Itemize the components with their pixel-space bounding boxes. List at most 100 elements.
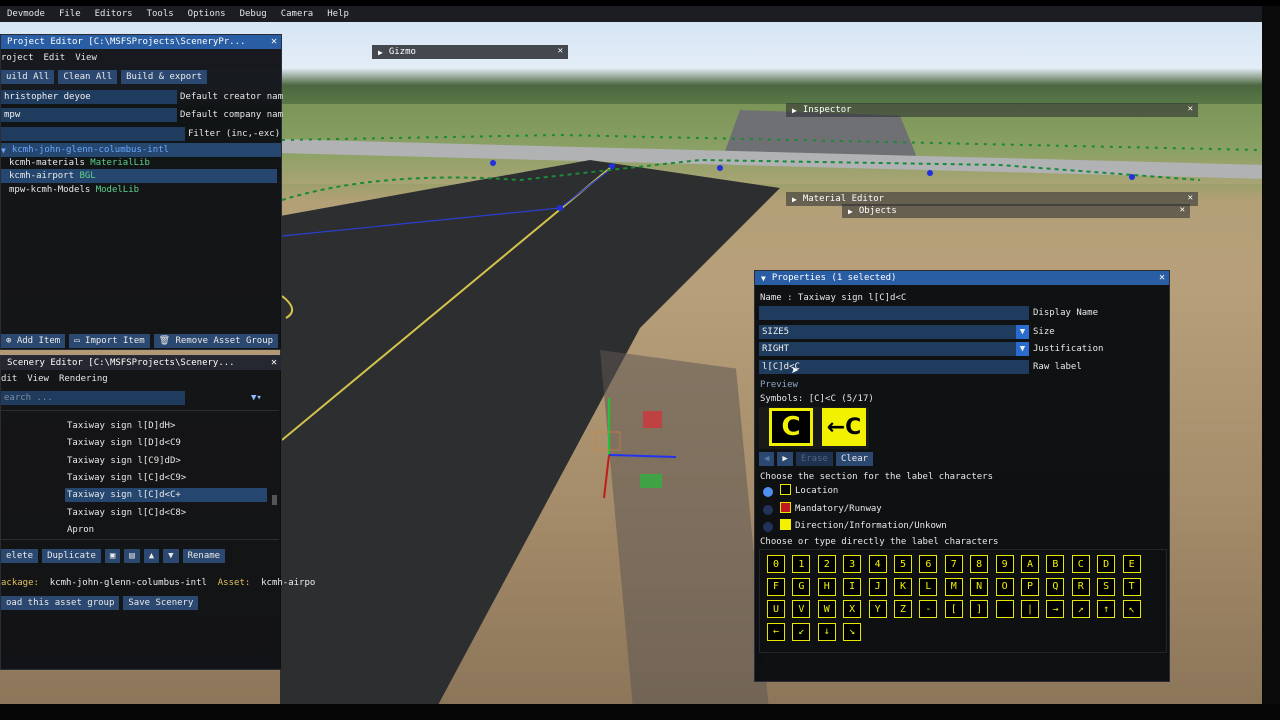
char-key[interactable]: B (1046, 555, 1065, 573)
char-key[interactable]: E (1122, 555, 1141, 573)
company-field[interactable]: mpw (1, 108, 178, 122)
char-key[interactable]: M (944, 577, 963, 596)
close-icon[interactable]: ✕ (1159, 272, 1165, 283)
char-key[interactable]: D (1097, 555, 1116, 573)
char-key[interactable]: Y (868, 600, 887, 618)
list-item[interactable]: Apron (67, 523, 94, 537)
char-key[interactable]: ↑ (1097, 600, 1116, 618)
duplicate-button[interactable]: Duplicate (42, 549, 101, 563)
char-key[interactable]: ] (970, 600, 989, 618)
char-key[interactable]: → (1046, 600, 1065, 618)
list-item[interactable]: Taxiway sign l[D]dH> (67, 419, 175, 433)
char-key[interactable]: | (1021, 600, 1039, 618)
move-down-icon[interactable]: ▼ (163, 549, 179, 563)
radio-location[interactable] (763, 487, 773, 497)
chevron-down-icon[interactable]: ▼ (1, 146, 6, 155)
char-key[interactable]: G (792, 577, 811, 596)
char-key[interactable]: 2 (817, 555, 836, 573)
clear-button[interactable]: Clear (835, 452, 874, 466)
menu-editors[interactable]: Editors (88, 9, 140, 19)
menu-edit[interactable]: dit (1, 374, 17, 384)
list-item[interactable]: Taxiway sign l[C]d<C9> (67, 471, 186, 485)
list-item[interactable]: Taxiway sign l[C9]dD> (67, 454, 181, 468)
inspector-window[interactable]: ▶ Inspector ✕ (786, 103, 1198, 117)
menu-debug[interactable]: Debug (233, 9, 274, 19)
menu-file[interactable]: File (52, 9, 88, 19)
chevron-right-icon[interactable]: ▶ (378, 48, 383, 57)
char-key[interactable] (995, 600, 1014, 618)
char-key[interactable]: Q (1046, 577, 1065, 596)
char-key[interactable]: F (767, 577, 785, 596)
gizmo-window[interactable]: ▶ Gizmo ✕ (372, 45, 568, 59)
build-all-button[interactable]: uild All (1, 70, 55, 84)
char-key[interactable]: V (792, 600, 811, 618)
load-asset-group-button[interactable]: oad this asset group (1, 596, 120, 610)
char-key[interactable]: W (817, 600, 836, 618)
char-key[interactable]: 5 (894, 555, 912, 573)
menu-view[interactable]: View (27, 374, 49, 384)
tree-item-package[interactable]: ▼ kcmh-john-glenn-columbus-intl (1, 143, 281, 157)
menu-devmode[interactable]: Devmode (0, 9, 52, 19)
tree-item-airport[interactable]: kcmh-airport BGL (1, 169, 277, 183)
filter-icon[interactable]: ▼▾ (251, 393, 262, 403)
char-key[interactable]: S (1097, 577, 1116, 596)
char-key[interactable]: U (767, 600, 785, 618)
close-icon[interactable]: ✕ (1188, 193, 1193, 203)
menu-view[interactable]: View (75, 53, 97, 63)
char-key[interactable]: A (1021, 555, 1039, 573)
char-key[interactable]: ↗ (1071, 600, 1090, 618)
properties-titlebar[interactable]: ▼ Properties (1 selected) ✕ (755, 271, 1169, 285)
display-name-input[interactable] (759, 306, 1029, 320)
char-key[interactable]: L (919, 577, 938, 596)
char-key[interactable]: [ (944, 600, 963, 618)
char-key[interactable]: 9 (995, 555, 1014, 573)
raw-label-input[interactable]: l[C]d<C (759, 360, 1029, 374)
radio-direction[interactable] (763, 522, 773, 532)
search-input[interactable]: earch ... (1, 391, 185, 405)
add-item-button[interactable]: ⊕ Add Item (1, 334, 66, 348)
next-icon[interactable]: ▶ (777, 452, 793, 466)
char-key[interactable]: K (894, 577, 912, 596)
import-item-button[interactable]: ▭ Import Item (69, 334, 150, 348)
clean-all-button[interactable]: Clean All (58, 70, 118, 84)
folder-icon[interactable]: ▤ (124, 549, 140, 563)
creator-field[interactable]: hristopher deyoe (1, 90, 178, 104)
char-key[interactable]: O (995, 577, 1014, 596)
tree-item-models[interactable]: mpw-kcmh-Models ModelLib (9, 183, 139, 197)
scrollbar-thumb[interactable] (272, 495, 277, 505)
new-item-icon[interactable]: ▣ (104, 549, 121, 563)
char-key[interactable]: ↓ (817, 622, 836, 641)
chevron-right-icon[interactable]: ▶ (792, 195, 797, 204)
char-key[interactable]: N (970, 577, 989, 596)
char-key[interactable]: 8 (970, 555, 989, 573)
list-item[interactable]: Taxiway sign l[D]d<C9 (67, 436, 181, 450)
menu-tools[interactable]: Tools (140, 9, 181, 19)
objects-window[interactable]: ▶ Objects ✕ (842, 204, 1190, 218)
filter-input[interactable] (1, 127, 185, 141)
char-key[interactable]: ↘ (843, 622, 862, 641)
char-key[interactable]: C (1071, 555, 1090, 573)
char-key[interactable]: H (817, 577, 836, 596)
chevron-right-icon[interactable]: ▶ (792, 106, 797, 115)
remove-asset-group-button[interactable]: 🗑 Remove Asset Group (153, 334, 279, 348)
char-key[interactable]: R (1071, 577, 1090, 596)
char-key[interactable]: 7 (944, 555, 963, 573)
menu-help[interactable]: Help (320, 9, 356, 19)
build-export-button[interactable]: Build & export (121, 70, 207, 84)
close-icon[interactable]: ✕ (271, 357, 277, 368)
char-key[interactable]: 0 (767, 555, 785, 573)
char-key[interactable]: ← (767, 622, 785, 641)
char-key[interactable]: 1 (792, 555, 811, 573)
menu-edit[interactable]: Edit (44, 53, 66, 63)
char-key[interactable]: Z (894, 600, 912, 618)
project-editor-titlebar[interactable]: Project Editor [C:\MSFSProjects\SceneryP… (1, 35, 281, 49)
char-key[interactable]: I (843, 577, 862, 596)
chevron-down-icon[interactable]: ▼ (1016, 342, 1029, 356)
char-key[interactable]: J (868, 577, 887, 596)
chevron-down-icon[interactable]: ▼ (1016, 325, 1029, 339)
erase-button[interactable]: Erase (795, 452, 833, 466)
save-scenery-button[interactable]: Save Scenery (123, 596, 199, 610)
rename-button[interactable]: Rename (182, 549, 226, 563)
menu-camera[interactable]: Camera (274, 9, 321, 19)
close-icon[interactable]: ✕ (1180, 205, 1185, 215)
